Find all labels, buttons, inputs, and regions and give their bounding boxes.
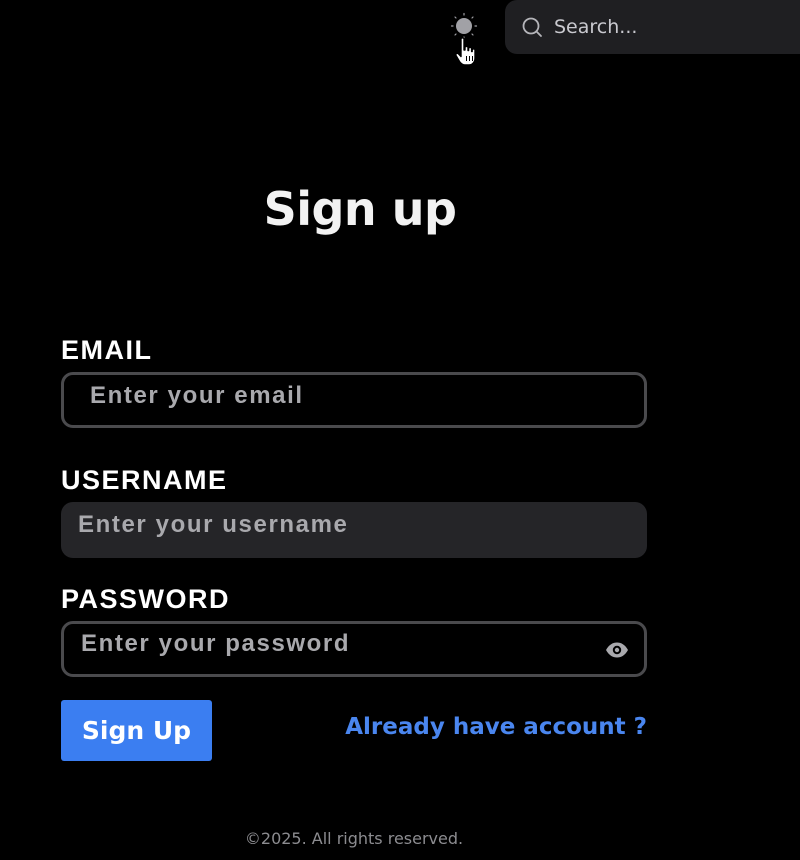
eye-icon xyxy=(606,642,628,658)
username-input[interactable] xyxy=(61,502,647,558)
sign-up-button[interactable]: Sign Up xyxy=(61,700,212,761)
password-input[interactable] xyxy=(64,624,644,674)
email-label: EMAIL xyxy=(61,335,153,365)
password-label: PASSWORD xyxy=(61,584,231,614)
page-title: Sign up xyxy=(263,182,457,236)
username-label: USERNAME xyxy=(61,465,228,495)
signup-page: Sign up EMAIL USERNAME PASSWORD Sign Up … xyxy=(0,0,800,860)
search-bar[interactable] xyxy=(505,0,800,54)
password-field-container xyxy=(61,621,647,677)
login-link[interactable]: Already have account ? xyxy=(345,714,647,740)
search-icon xyxy=(521,16,543,38)
username-field-container xyxy=(61,502,647,558)
email-input[interactable] xyxy=(64,375,644,425)
email-field-container xyxy=(61,372,647,428)
hand-pointer-cursor-icon xyxy=(455,37,476,66)
footer-copyright: ©2025. All rights reserved. xyxy=(244,829,464,848)
search-input[interactable] xyxy=(552,15,786,39)
show-password-toggle[interactable] xyxy=(604,640,630,660)
